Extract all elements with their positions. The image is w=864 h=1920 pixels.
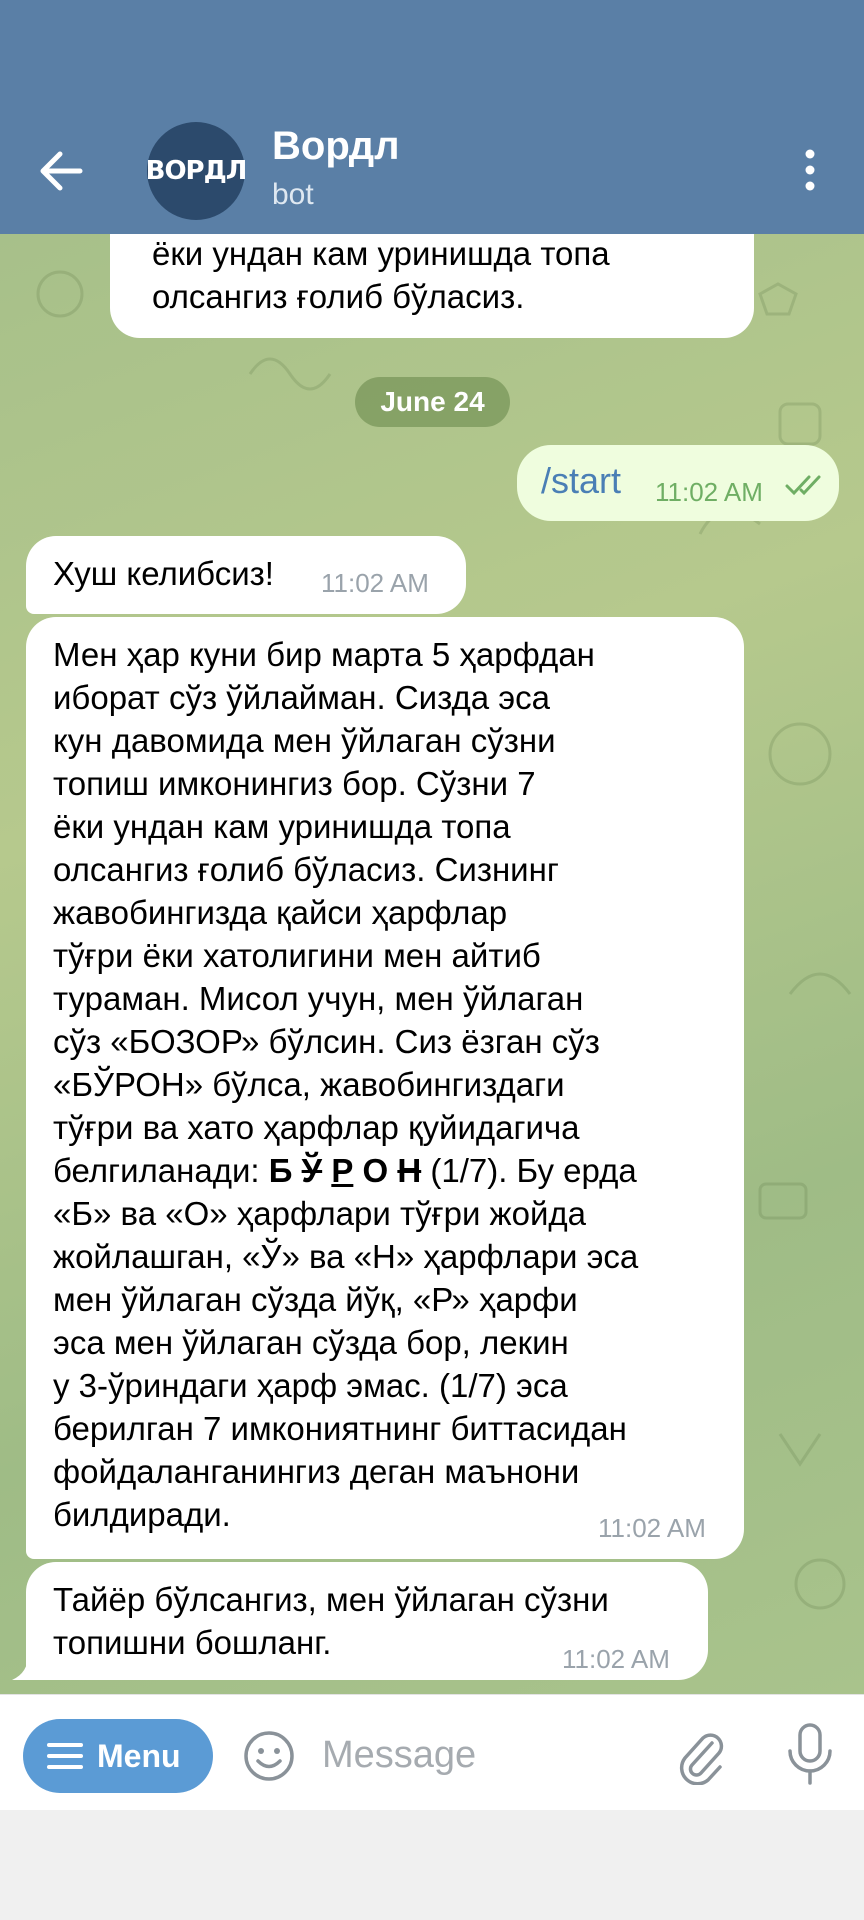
- bot-avatar[interactable]: ВОРДЛ: [146, 122, 247, 220]
- emoji-icon[interactable]: [242, 1729, 296, 1783]
- message-time: 11:02 AM: [562, 1644, 670, 1674]
- outgoing-message-bubble[interactable]: /start 11:02 AM: [517, 445, 839, 521]
- hamburger-icon: [47, 1743, 83, 1769]
- message-input-bar: Menu: [0, 1694, 864, 1810]
- more-options-icon[interactable]: [790, 140, 830, 200]
- rules-text-part2: (1/7). Бу ерда «Б» ва «О» ҳарфлари тўғри…: [53, 1152, 639, 1533]
- message-time: 11:02 AM: [655, 477, 763, 507]
- read-double-check-icon: [785, 475, 821, 496]
- message-list[interactable]: ёки ундан кам уринишда топа олсангиз ғол…: [0, 234, 864, 1694]
- incoming-message-bubble[interactable]: Хуш келибсиз! 11:02 AM: [26, 536, 466, 614]
- attach-paperclip-icon[interactable]: [672, 1725, 728, 1785]
- example-letter-correct: О: [362, 1152, 389, 1189]
- message-text: Мен ҳар куни бир марта 5 ҳарфдан иборат …: [53, 633, 733, 1536]
- example-letter-absent: Ў: [301, 1152, 323, 1189]
- command-link[interactable]: /start: [541, 460, 621, 501]
- bubble-tail: [12, 1650, 42, 1680]
- microphone-icon[interactable]: [782, 1721, 838, 1787]
- message-input[interactable]: [322, 1725, 642, 1785]
- date-separator: June 24: [355, 377, 510, 427]
- chat-subtitle: bot: [272, 178, 314, 211]
- message-text: Хуш келибсиз!: [53, 555, 274, 592]
- bot-menu-button[interactable]: Menu: [23, 1719, 213, 1793]
- example-letter-absent: Н: [397, 1152, 422, 1189]
- message-bubble-previous[interactable]: ёки ундан кам уринишда топа олсангиз ғол…: [110, 234, 754, 338]
- incoming-message-bubble[interactable]: Мен ҳар куни бир марта 5 ҳарфдан иборат …: [26, 617, 744, 1559]
- incoming-message-bubble[interactable]: Тайёр бўлсангиз, мен ўйлаган сўзни топиш…: [26, 1562, 708, 1680]
- example-letter-misplaced: Р: [331, 1152, 354, 1189]
- chat-title[interactable]: Вордл: [272, 124, 400, 169]
- message-time: 11:02 AM: [598, 1513, 706, 1543]
- menu-label: Menu: [97, 1737, 181, 1774]
- back-arrow-icon[interactable]: [30, 138, 96, 204]
- message-text: ёки ундан кам уринишда топа: [152, 235, 610, 272]
- message-time: 11:02 AM: [321, 568, 429, 598]
- message-text: олсангиз ғолиб бўласиз.: [152, 278, 525, 315]
- keyboard-area-placeholder: [0, 1810, 864, 1920]
- chat-header: ВОРДЛ Вордл bot: [0, 0, 864, 234]
- rules-text-part1: Мен ҳар куни бир марта 5 ҳарфдан иборат …: [53, 636, 600, 1189]
- example-letter-correct: Б: [268, 1152, 293, 1189]
